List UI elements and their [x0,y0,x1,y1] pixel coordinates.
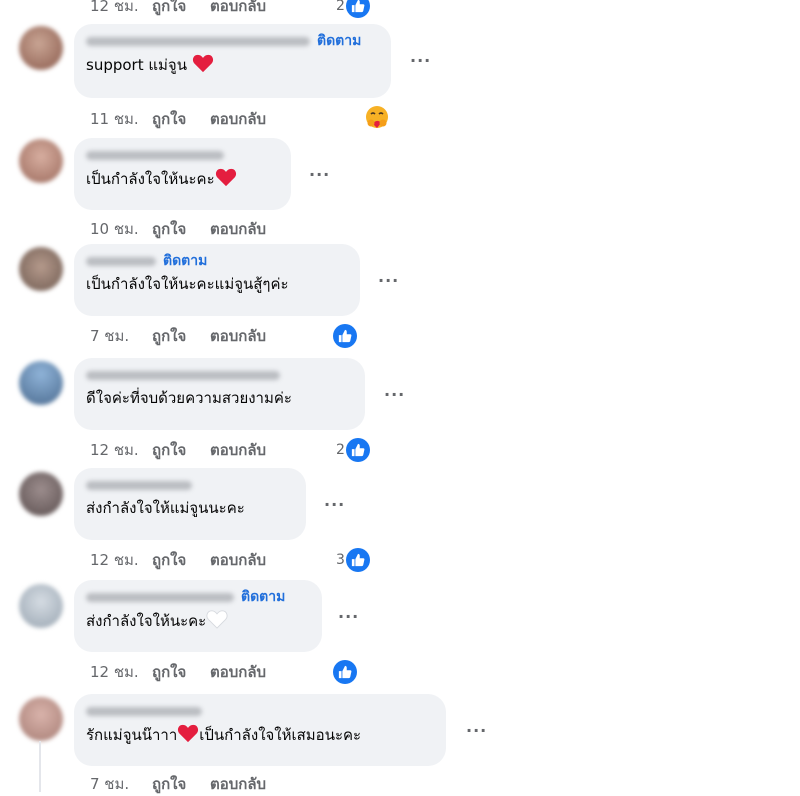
avatar[interactable] [19,139,63,183]
red-heart-icon [177,723,199,749]
comment-time[interactable]: 12 ชม. [90,660,152,684]
follow-button[interactable]: ติดตาม [163,250,207,272]
comment-meta: 10 ชม. ถูกใจ ตอบกลับ [90,217,266,241]
more-options-icon[interactable]: ··· [466,723,487,739]
white-heart-icon [206,609,228,635]
reply-link[interactable]: ตอบกลับ [210,324,266,348]
reaction-summary[interactable] [333,660,357,684]
thumbs-up-icon [333,660,357,684]
comment-meta: 12 ชม. ถูกใจ ตอบกลับ [90,660,357,684]
comment-time[interactable]: 12 ชม. [90,0,152,18]
reply-link[interactable]: ตอบกลับ [210,772,266,796]
author-name[interactable] [86,592,234,602]
reaction-summary[interactable]: 2 [336,438,370,462]
author-row [86,476,294,494]
like-link[interactable]: ถูกใจ [152,107,210,131]
comment-bubble: ติดตาม เป็นกำลังใจให้นะคะแม่จูนสู้ๆค่ะ [74,244,360,316]
avatar[interactable] [19,697,63,741]
more-options-icon[interactable]: ··· [338,609,359,625]
author-name[interactable] [86,150,224,160]
thumbs-up-icon [345,0,370,18]
reply-link[interactable]: ตอบกลับ [210,0,266,18]
comment-bubble: ติดตาม support แม่จูน [74,24,391,98]
reaction-count: 3 [336,552,345,568]
like-link[interactable]: ถูกใจ [152,548,210,572]
reply-link[interactable]: ตอบกลับ [210,548,266,572]
reaction-count: 2 [336,442,345,458]
comment-bubble: เป็นกำลังใจให้นะคะ [74,138,291,210]
more-options-icon[interactable]: ··· [384,387,405,403]
comment-text: support แม่จูน [86,53,379,79]
author-row: ติดตาม [86,32,379,50]
reply-link[interactable]: ตอบกลับ [210,438,266,462]
red-heart-icon [215,167,237,193]
care-reaction-icon [364,104,390,134]
comment-text: ดีใจค่ะที่จบด้วยความสวยงามค่ะ [86,389,292,407]
follow-button[interactable]: ติดตาม [317,30,361,52]
reaction-summary[interactable]: 3 [336,548,370,572]
comment-meta: 12 ชม. ถูกใจ ตอบกลับ 2 [90,0,370,18]
like-link[interactable]: ถูกใจ [152,438,210,462]
author-row [86,146,279,164]
follow-button[interactable]: ติดตาม [241,586,285,608]
like-link[interactable]: ถูกใจ [152,324,210,348]
comment-meta: 11 ชม. ถูกใจ ตอบกลับ [90,106,388,131]
comment-text: ส่งกำลังใจให้แม่จูนนะคะ [86,499,245,517]
thumbs-up-icon [333,324,357,348]
reaction-count: 2 [336,0,345,14]
comment-text: ส่งกำลังใจให้นะคะ [86,609,310,635]
like-link[interactable]: ถูกใจ [152,0,210,18]
reply-link[interactable]: ตอบกลับ [210,217,266,241]
author-name[interactable] [86,480,192,490]
comment-meta: 12 ชม. ถูกใจ ตอบกลับ 2 [90,438,370,462]
comment-bubble: ดีใจค่ะที่จบด้วยความสวยงามค่ะ [74,358,365,430]
comment-bubble: ส่งกำลังใจให้แม่จูนนะคะ [74,468,306,540]
author-row: ติดตาม [86,252,348,270]
comment-feed: 12 ชม. ถูกใจ ตอบกลับ 2 ติดตาม support แม… [0,0,800,793]
like-link[interactable]: ถูกใจ [152,772,210,796]
more-options-icon[interactable]: ··· [324,497,345,513]
reaction-summary[interactable] [364,104,390,134]
reply-link[interactable]: ตอบกลับ [210,107,266,131]
avatar[interactable] [19,584,63,628]
avatar[interactable] [19,361,63,405]
author-row: ติดตาม [86,588,310,606]
comment-time[interactable]: 7 ชม. [90,324,152,348]
reaction-summary[interactable] [333,324,357,348]
comment-time[interactable]: 12 ชม. [90,548,152,572]
more-options-icon[interactable]: ··· [309,167,330,183]
comment-text: เป็นกำลังใจให้นะคะ [86,167,279,193]
thumbs-up-icon [345,438,370,462]
comment-time[interactable]: 10 ชม. [90,217,152,241]
comment-time[interactable]: 11 ชม. [90,107,152,131]
comment-time[interactable]: 7 ชม. [90,772,152,796]
reply-thread-line [39,741,41,792]
more-options-icon[interactable]: ··· [378,273,399,289]
comment-text: เป็นกำลังใจให้นะคะแม่จูนสู้ๆค่ะ [86,275,289,293]
avatar[interactable] [19,26,63,70]
like-link[interactable]: ถูกใจ [152,660,210,684]
reply-link[interactable]: ตอบกลับ [210,660,266,684]
avatar[interactable] [19,247,63,291]
comment-bubble: รักแม่จูนน๊าาา เป็นกำลังใจให้เสมอนะคะ [74,694,446,766]
comment-time[interactable]: 12 ชม. [90,438,152,462]
comment-meta: 7 ชม. ถูกใจ ตอบกลับ [90,324,357,348]
author-row [86,702,434,720]
author-name[interactable] [86,256,156,266]
comment-meta: 12 ชม. ถูกใจ ตอบกลับ 3 [90,548,370,572]
author-name[interactable] [86,36,310,46]
comment-bubble: ติดตาม ส่งกำลังใจให้นะคะ [74,580,322,652]
thumbs-up-icon [345,548,370,572]
avatar[interactable] [19,472,63,516]
author-name[interactable] [86,706,202,716]
author-name[interactable] [86,370,280,380]
author-row [86,366,353,384]
like-link[interactable]: ถูกใจ [152,217,210,241]
comment-meta: 7 ชม. ถูกใจ ตอบกลับ [90,772,266,796]
reaction-summary[interactable]: 2 [336,0,370,18]
comment-text: รักแม่จูนน๊าาา เป็นกำลังใจให้เสมอนะคะ [86,723,434,749]
more-options-icon[interactable]: ··· [410,53,431,69]
red-heart-icon [192,53,214,79]
